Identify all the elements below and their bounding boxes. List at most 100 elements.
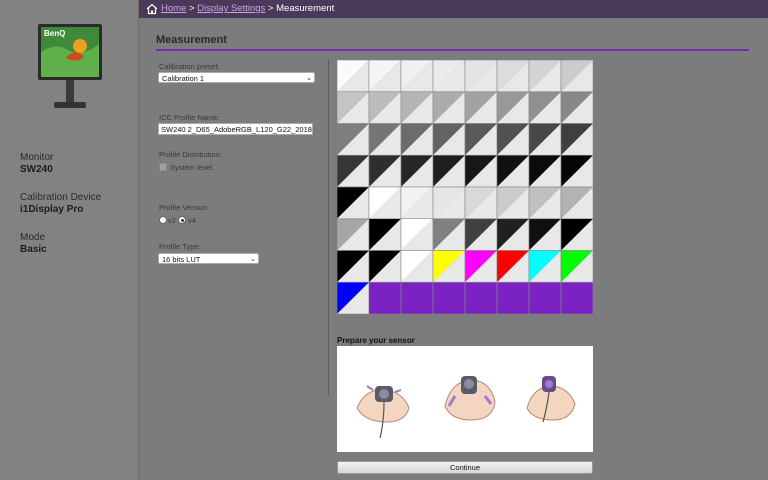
breadcrumb-display-settings-link[interactable]: Display Settings	[197, 3, 265, 14]
sidebar: BenQ Monitor SW240 Calibration Device i1…	[0, 0, 139, 480]
monitor-image: BenQ	[38, 24, 102, 108]
color-patch	[368, 91, 402, 124]
color-patch	[496, 91, 530, 124]
home-icon[interactable]	[146, 3, 158, 15]
color-patch	[528, 186, 562, 220]
profile-type-select[interactable]: 16 bits LUT ⌄	[158, 253, 259, 264]
color-patch	[337, 154, 370, 188]
color-patch	[464, 91, 498, 124]
color-patch	[464, 154, 498, 188]
color-patch	[400, 186, 434, 220]
title-underline	[156, 49, 749, 51]
color-patch	[400, 281, 434, 314]
breadcrumb-home-link[interactable]: Home	[161, 3, 186, 14]
color-patch	[560, 250, 593, 283]
color-patch	[337, 60, 370, 93]
color-patch	[496, 250, 530, 283]
color-patch	[337, 186, 370, 220]
color-patch	[400, 91, 434, 124]
color-patch	[496, 123, 530, 156]
color-patch	[528, 154, 562, 188]
color-patch	[560, 281, 593, 314]
color-patch	[368, 154, 402, 188]
color-patch	[337, 250, 370, 283]
color-patch	[432, 218, 466, 251]
color-patch	[400, 154, 434, 188]
v4-radio[interactable]	[178, 216, 186, 224]
color-patch	[528, 250, 562, 283]
breadcrumb-separator: >	[265, 3, 277, 14]
color-patch	[496, 60, 530, 93]
sensor-step-2	[444, 376, 496, 421]
breadcrumb: Home > Display Settings > Measurement	[161, 0, 334, 18]
color-patch	[528, 218, 562, 251]
sensor-illustration	[356, 376, 576, 439]
color-patch	[432, 154, 466, 188]
mode-value: Basic	[20, 244, 47, 255]
color-patch	[464, 281, 498, 314]
calibration-preset-label: Calibration preset:	[159, 62, 220, 71]
color-patch	[400, 123, 434, 156]
color-patch	[432, 91, 466, 124]
color-patch	[464, 60, 498, 93]
monitor-value: SW240	[20, 164, 53, 175]
icc-profile-name-input[interactable]: SW240 2_D65_AdobeRGB_L120_G22_2018-	[158, 123, 313, 135]
color-patch	[337, 91, 370, 124]
color-patch	[528, 123, 562, 156]
color-patch	[560, 154, 593, 188]
color-patch	[464, 218, 498, 251]
color-patch	[432, 186, 466, 220]
color-patch	[528, 281, 562, 314]
color-patch	[560, 123, 593, 156]
prepare-sensor-title: Prepare your sensor	[337, 336, 415, 345]
profile-version-label: Profile Version:	[159, 203, 210, 212]
profile-type-value: 16 bits LUT	[162, 255, 201, 264]
color-patch	[464, 186, 498, 220]
sensor-step-3	[526, 376, 576, 423]
color-patch	[368, 281, 402, 314]
system-level-checkbox[interactable]	[159, 163, 167, 171]
breadcrumb-current: Measurement	[276, 3, 335, 14]
monitor-label: Monitor	[20, 152, 54, 163]
sensor-step-1	[356, 385, 410, 439]
chevron-down-icon: ⌄	[306, 75, 312, 82]
device-value: i1Display Pro	[20, 204, 84, 215]
chevron-down-icon: ⌄	[250, 256, 256, 263]
color-patch	[368, 218, 402, 251]
color-patch	[432, 60, 466, 93]
color-patch	[400, 60, 434, 93]
color-patch	[496, 154, 530, 188]
page-title: Measurement	[156, 34, 227, 46]
color-patch	[496, 281, 530, 314]
color-patch	[368, 250, 402, 283]
color-patch	[560, 60, 593, 93]
v2-radio[interactable]	[159, 216, 167, 224]
color-patch	[368, 60, 402, 93]
color-patch	[464, 123, 498, 156]
color-patch	[368, 123, 402, 156]
color-patch	[400, 250, 434, 283]
color-patch	[432, 123, 466, 156]
calibration-preset-select[interactable]: Calibration 1 ⌄	[158, 72, 315, 83]
color-patch	[368, 186, 402, 220]
brand-logo: BenQ	[44, 29, 65, 38]
v4-label: v4	[188, 216, 196, 225]
color-patch	[337, 123, 370, 156]
calibration-preset-value: Calibration 1	[162, 74, 205, 83]
icc-profile-name-label: ICC Profile Name:	[159, 113, 220, 122]
measurement-patch-grid	[337, 60, 593, 314]
color-patch	[560, 91, 593, 124]
color-patch	[400, 218, 434, 251]
color-patch	[528, 60, 562, 93]
color-patch	[496, 186, 530, 220]
mode-label: Mode	[20, 232, 46, 243]
color-patch	[560, 218, 593, 251]
profile-type-label: Profile Type:	[159, 242, 201, 251]
breadcrumb-bar: Home > Display Settings > Measurement	[139, 0, 768, 18]
color-patch	[432, 250, 466, 283]
color-patch	[432, 281, 466, 314]
color-patch	[496, 218, 530, 251]
color-patch	[337, 281, 370, 314]
breadcrumb-separator: >	[186, 3, 198, 14]
continue-button[interactable]: Continue	[337, 461, 593, 474]
